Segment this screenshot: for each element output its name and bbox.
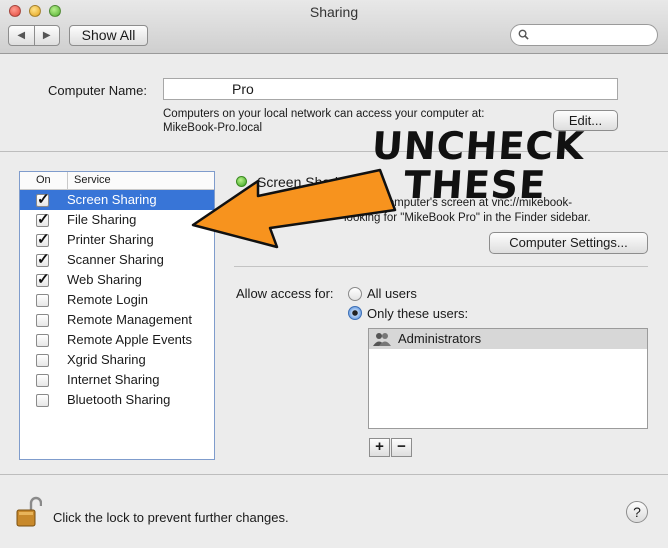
service-row[interactable]: Internet Sharing — [20, 370, 214, 390]
divider — [0, 474, 668, 475]
service-checkbox[interactable] — [36, 230, 50, 250]
title-bar: Sharing ◀ ▶ Show All — [0, 0, 668, 54]
back-button[interactable]: ◀ — [9, 26, 34, 45]
service-row[interactable]: Bluetooth Sharing — [20, 390, 214, 410]
user-name: Administrators — [398, 331, 482, 346]
service-name: Xgrid Sharing — [67, 352, 146, 367]
list-item[interactable]: Administrators — [369, 329, 647, 349]
service-checkbox[interactable] — [36, 250, 50, 270]
service-checkbox[interactable] — [36, 334, 49, 347]
service-name: Remote Management — [67, 312, 193, 327]
service-row[interactable]: Screen Sharing — [20, 190, 214, 210]
only-these-users-radio[interactable] — [348, 306, 362, 320]
forward-button[interactable]: ▶ — [33, 26, 60, 45]
search-icon — [518, 29, 529, 40]
description-line-1: computer's screen at vnc://mikebook- — [382, 197, 573, 209]
service-row[interactable]: Remote Management — [20, 310, 214, 330]
service-name: Remote Login — [67, 292, 148, 307]
only-these-users-label[interactable]: Only these users: — [367, 306, 468, 321]
service-status-title: Screen Sharing — [257, 174, 354, 190]
all-users-radio[interactable] — [348, 287, 362, 301]
window-title: Sharing — [309, 4, 359, 20]
service-name: Internet Sharing — [67, 372, 160, 387]
service-name: File Sharing — [67, 212, 137, 227]
unlocked-lock-icon[interactable] — [16, 496, 42, 528]
remove-user-button[interactable]: − — [391, 438, 412, 457]
network-info-text: Computers on your local network can acce… — [163, 108, 485, 120]
allow-access-label: Allow access for: — [236, 286, 334, 301]
service-row[interactable]: Remote Login — [20, 290, 214, 310]
column-header-service[interactable]: Service — [67, 172, 111, 189]
description-line-2: looking for "MikeBook Pro" in the Finder… — [344, 212, 591, 224]
service-checkbox[interactable] — [36, 190, 50, 210]
service-row[interactable]: Web Sharing — [20, 270, 214, 290]
service-checkbox[interactable] — [36, 314, 49, 327]
service-row[interactable]: Printer Sharing — [20, 230, 214, 250]
computer-name-field[interactable]: Pro — [163, 78, 618, 100]
add-user-button[interactable]: + — [369, 438, 390, 457]
services-list-header: On Service — [20, 172, 214, 190]
status-indicator-icon — [236, 176, 247, 187]
edit-button[interactable]: Edit... — [553, 110, 618, 131]
services-list[interactable]: On Service Screen Sharing File Sharing Pri… — [19, 171, 215, 460]
service-checkbox[interactable] — [36, 294, 49, 307]
service-row[interactable]: Remote Apple Events — [20, 330, 214, 350]
lock-message: Click the lock to prevent further change… — [53, 510, 289, 525]
service-checkbox[interactable] — [36, 394, 49, 407]
service-checkbox[interactable] — [36, 210, 50, 230]
annotation-text: UNCHECK — [370, 124, 587, 168]
separator — [234, 266, 648, 267]
computer-settings-button[interactable]: Computer Settings... — [489, 232, 648, 254]
service-checkbox[interactable] — [36, 270, 50, 290]
users-list[interactable]: Administrators — [368, 328, 648, 429]
service-checkbox[interactable] — [36, 374, 49, 387]
service-row[interactable]: Xgrid Sharing — [20, 350, 214, 370]
service-description: computer's screen at vnc://mikebook- loo… — [257, 196, 647, 226]
divider — [0, 151, 668, 152]
search-input[interactable] — [510, 24, 658, 46]
service-row[interactable]: File Sharing — [20, 210, 214, 230]
service-checkbox[interactable] — [36, 354, 49, 367]
service-name: Web Sharing — [67, 272, 142, 287]
help-button[interactable]: ? — [626, 501, 648, 523]
service-name: Scanner Sharing — [67, 252, 164, 267]
service-name: Printer Sharing — [67, 232, 154, 247]
column-header-on[interactable]: On — [36, 172, 51, 189]
computer-name-label: Computer Name: — [48, 83, 147, 98]
group-icon — [373, 333, 391, 346]
service-row[interactable]: Scanner Sharing — [20, 250, 214, 270]
service-name: Remote Apple Events — [67, 332, 193, 347]
back-forward-buttons: ◀ ▶ — [8, 25, 60, 46]
service-name: Screen Sharing — [67, 192, 157, 207]
all-users-label[interactable]: All users — [367, 286, 417, 301]
network-address: MikeBook-Pro.local — [163, 122, 263, 134]
show-all-button[interactable]: Show All — [69, 25, 148, 46]
service-name: Bluetooth Sharing — [67, 392, 171, 407]
